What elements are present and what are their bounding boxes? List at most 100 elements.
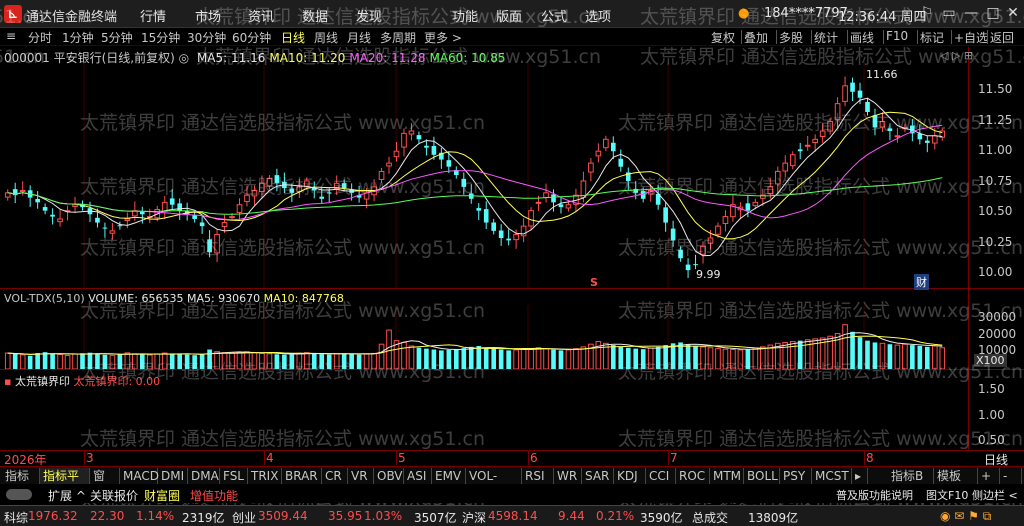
func-right-1[interactable]: 图文F10 (926, 487, 968, 503)
indicator-tab-20[interactable]: ROC (676, 468, 710, 484)
status-index-name-2[interactable]: 沪深 (462, 509, 486, 526)
indicator-tab-10[interactable]: VR (348, 468, 374, 484)
candle-up (236, 204, 243, 213)
candle-up (603, 138, 609, 149)
indicator-tab-22[interactable]: BOLL (744, 468, 780, 484)
func-button-3[interactable]: 增值功能 (190, 487, 238, 504)
price-y-tick: 11.50 (978, 82, 1013, 96)
candle-up (842, 85, 848, 102)
toggle-icon[interactable] (6, 489, 32, 500)
indicator-tab-5[interactable]: DMA (188, 468, 220, 484)
func-right-2[interactable]: 侧边栏 < (972, 487, 1018, 503)
indicator-tab-2[interactable]: 窗口 (90, 468, 120, 499)
candle-down (199, 222, 205, 227)
candle-up (565, 204, 572, 209)
time-axis-label: 8 (866, 451, 874, 465)
indicator-tab-right-3[interactable]: - (1000, 468, 1022, 484)
watermark-text: 太荒镇界印 通达信选股指标公式 www.xg51.cn (640, 46, 1024, 68)
indicator-tab-24[interactable]: MCST (812, 468, 852, 484)
candle-down (618, 158, 624, 167)
watermark-text: 太荒镇界印 通达信选股指标公式 www.xg51.cn (0, 46, 46, 68)
candle-up (789, 154, 796, 167)
indicator-tab-17[interactable]: SAR (582, 468, 614, 484)
tool-button-5[interactable]: F10 (886, 29, 908, 43)
func-button-0[interactable]: 扩展 ^ (48, 487, 86, 504)
indicator-name[interactable]: 太荒镇界印 (15, 375, 70, 388)
candle-up (513, 233, 519, 241)
volume-indicator-name[interactable]: VOL-TDX(5,10) (4, 292, 85, 305)
status-index-value-0: 1976.32 (28, 509, 78, 523)
candle-down (498, 230, 504, 239)
candle-up (588, 162, 594, 173)
status-index-amount-1: 3507亿 (414, 511, 457, 525)
status-index-value-2: 4598.14 (488, 509, 538, 523)
status-index-pct-0: 1.14% (136, 509, 175, 523)
indicator-tab-1[interactable]: 指标平台 (40, 468, 90, 499)
indicator-tab-19[interactable]: CCI (646, 468, 676, 484)
indicator-tab-12[interactable]: ASI (404, 468, 432, 484)
indicator-tab-7[interactable]: TRIX (248, 468, 282, 484)
indicator-tab-6[interactable]: FSL (220, 468, 248, 484)
volume-bar-up (573, 348, 579, 369)
tab-period-1[interactable]: 1分钟 (62, 29, 94, 46)
func-button-2[interactable]: 财富圈 (144, 487, 180, 504)
watermark-text: 太荒镇界印 通达信选股指标公式 www.xg51.cn (80, 428, 486, 450)
status-total-value: 13809亿 (748, 511, 799, 525)
candle-up (812, 138, 818, 143)
candle-down (476, 208, 482, 211)
sell-marker[interactable]: S (590, 276, 598, 289)
month-divider (264, 451, 265, 465)
tab-period-3[interactable]: 15分钟 (141, 29, 180, 46)
month-divider (528, 451, 529, 465)
indicator-tab-21[interactable]: MTM (710, 468, 744, 484)
volume-bar-down (35, 353, 40, 369)
indicator-tab-3[interactable]: MACD (120, 468, 159, 484)
indicator-tab-0[interactable]: 指标A (2, 468, 40, 499)
indicator-tab-right-1[interactable]: 模板 (934, 468, 978, 484)
watermark-text: 太荒镇界印 通达信选股指标公式 www.xg51.cn (80, 237, 486, 259)
candle-down (50, 214, 55, 217)
candle-up (722, 216, 729, 225)
indicator-tab-9[interactable]: CR (322, 468, 348, 484)
indicator-tab-4[interactable]: DMI (158, 468, 188, 484)
watermark-text: 太荒镇界印 通达信选股指标公式 www.xg51.cn (618, 300, 1024, 322)
month-divider (864, 451, 865, 465)
status-index-name-0[interactable]: 科综 (4, 509, 28, 526)
candle-down (169, 198, 175, 205)
indicator-tab-18[interactable]: KDJ (614, 468, 646, 484)
indicator-tab-15[interactable]: RSI (522, 468, 554, 484)
candle-down (483, 209, 489, 223)
month-divider (396, 451, 397, 465)
indicator-toggle-icon[interactable]: ▪ (4, 375, 11, 388)
watermark-text: 太荒镇界印 通达信选股指标公式 www.xg51.cn (618, 428, 1024, 450)
indicator-tab-13[interactable]: EMV (432, 468, 466, 484)
menu-0[interactable]: 行情 (140, 6, 166, 25)
indicator-tab-right-2[interactable]: + (978, 468, 1000, 484)
candle-down (610, 142, 616, 152)
indicator-tab-16[interactable]: WR (554, 468, 582, 484)
menu-icon[interactable]: ≡ (6, 29, 16, 43)
indicator-tab-14[interactable]: VOL-TDX (466, 468, 522, 499)
indicator-tab-more[interactable]: ▸ (852, 468, 868, 484)
func-right-0[interactable]: 普及版功能说明 (836, 487, 913, 503)
tab-period-2[interactable]: 5分钟 (101, 29, 133, 46)
candle-down (95, 217, 100, 223)
status-index-change-1: 35.95 (328, 509, 363, 523)
indicator-y-tick: 1.50 (978, 382, 1005, 396)
indicator-tab-8[interactable]: BRAR (282, 468, 322, 484)
func-button-1[interactable]: 关联报价 (90, 487, 138, 504)
indicator-y-tick: 1.00 (978, 408, 1005, 422)
status-index-pct-1: 1.03% (364, 509, 403, 523)
candle-up (894, 135, 901, 138)
finance-marker[interactable]: 财 (914, 274, 929, 290)
candle-up (393, 150, 400, 158)
indicator-tab-11[interactable]: OBV (374, 468, 404, 484)
indicator-tab-right-0[interactable]: 指标B (888, 468, 934, 484)
candle-down (797, 149, 803, 152)
time-axis-label: 4 (266, 451, 274, 465)
volume-bar-down (491, 348, 497, 369)
status-tool-icons[interactable]: ◉ ✉ ⚑ ⧉ (940, 509, 991, 524)
indicator-tab-23[interactable]: PSY (780, 468, 812, 484)
status-index-name-1[interactable]: 创业 (232, 509, 256, 526)
volume-bar-up (64, 355, 71, 369)
